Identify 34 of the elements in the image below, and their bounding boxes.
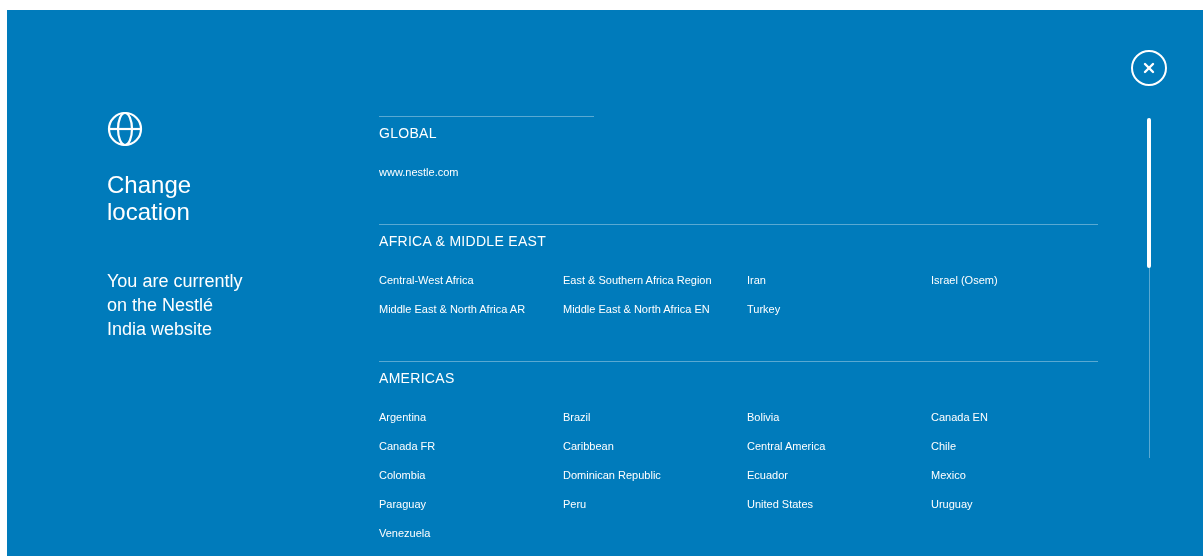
country-link[interactable]: Brazil (563, 403, 591, 432)
region-heading: AMERICAS (379, 369, 455, 387)
country-link[interactable]: Canada FR (379, 432, 436, 461)
country-link[interactable]: Canada EN (931, 403, 988, 432)
country-link[interactable]: Bolivia (747, 403, 780, 432)
country-link[interactable]: Venezuela (379, 519, 431, 548)
close-icon (1142, 61, 1156, 75)
country-link[interactable]: East & Southern Africa Region (563, 266, 712, 295)
country-link[interactable]: Uruguay (931, 490, 973, 519)
country-link[interactable]: Dominican Republic (563, 461, 661, 490)
current-site-text: You are currently on the Nestlé India website (107, 270, 244, 341)
panel-title: Change location (107, 171, 193, 225)
country-link[interactable]: Israel (Osem) (931, 266, 998, 295)
country-link[interactable]: www.nestle.com (379, 158, 459, 187)
region-heading: GLOBAL (379, 124, 437, 142)
scrollbar[interactable] (1147, 118, 1151, 458)
country-link[interactable]: Paraguay (379, 490, 427, 519)
country-link[interactable]: Argentina (379, 403, 427, 432)
country-link[interactable]: Turkey (747, 295, 781, 324)
country-link[interactable]: Middle East & North Africa EN (563, 295, 710, 324)
country-link[interactable]: Middle East & North Africa AR (379, 295, 526, 324)
country-link[interactable]: Mexico (931, 461, 966, 490)
country-link[interactable]: United States (747, 490, 814, 519)
region-heading: AFRICA & MIDDLE EAST (379, 232, 547, 250)
country-link[interactable]: Colombia (379, 461, 426, 490)
globe-icon (107, 111, 143, 147)
country-link[interactable]: Ecuador (747, 461, 788, 490)
close-button[interactable] (1131, 50, 1167, 86)
country-link[interactable]: Peru (563, 490, 587, 519)
country-link[interactable]: Central-West Africa (379, 266, 474, 295)
country-link[interactable]: Caribbean (563, 432, 614, 461)
country-link[interactable]: Iran (747, 266, 766, 295)
country-link[interactable]: Central America (747, 432, 826, 461)
country-link[interactable]: Chile (931, 432, 957, 461)
